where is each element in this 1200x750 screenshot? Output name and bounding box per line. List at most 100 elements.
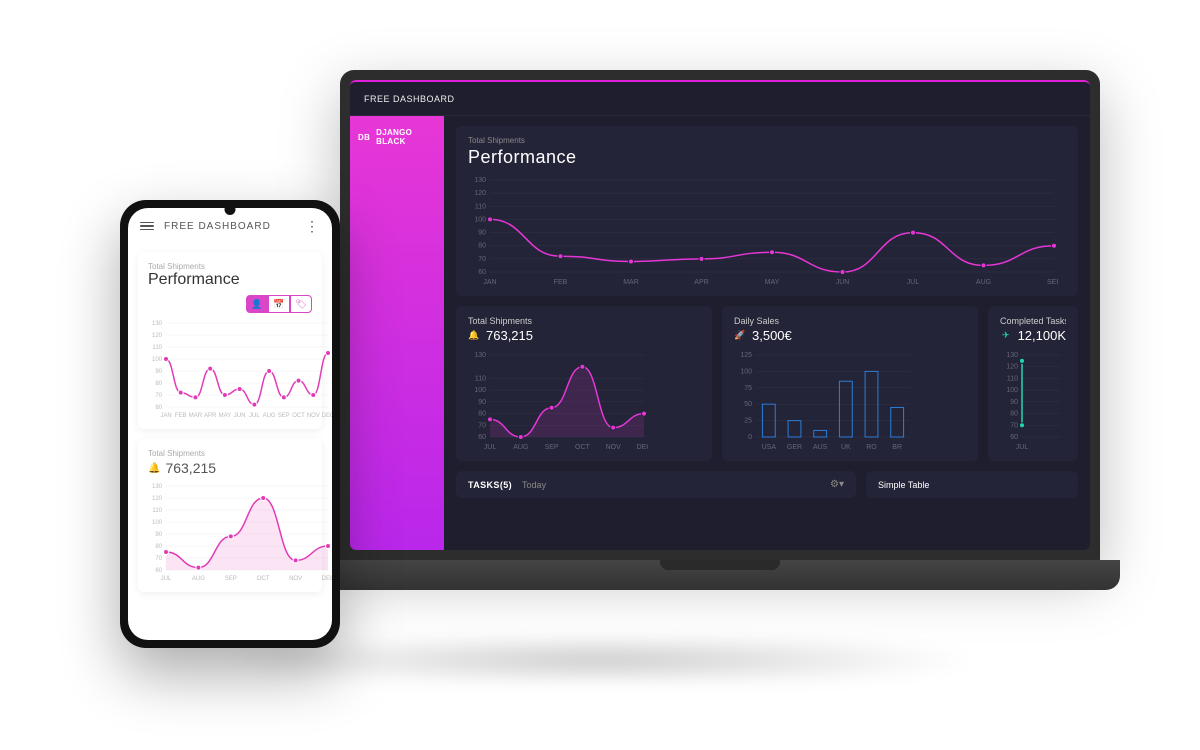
svg-text:50: 50 [744, 401, 752, 408]
tasks-label[interactable]: TASKS(5) [468, 480, 512, 490]
svg-text:80: 80 [478, 411, 486, 418]
svg-text:130: 130 [152, 484, 163, 490]
svg-text:BR: BR [892, 444, 902, 451]
svg-text:120: 120 [152, 333, 163, 339]
svg-text:NOV: NOV [289, 576, 302, 582]
mobile-performance-chart: 60708090100110120130JANFEBMARAPRMAYJUNJU… [148, 319, 312, 419]
shipments-subtitle: Total Shipments [468, 316, 700, 326]
svg-text:NOV: NOV [307, 413, 320, 419]
phone-mockup: FREE DASHBOARD ⋮ Total Shipments Perform… [120, 200, 340, 648]
svg-text:0: 0 [748, 434, 752, 441]
svg-text:80: 80 [478, 243, 486, 250]
shipments-value: 763,215 [486, 328, 533, 343]
bell-icon: 🔔 [468, 330, 480, 342]
svg-text:70: 70 [155, 393, 162, 399]
svg-text:JUL: JUL [161, 576, 172, 582]
svg-text:JUL: JUL [1016, 444, 1029, 451]
svg-text:90: 90 [155, 369, 162, 375]
svg-text:MAY: MAY [765, 279, 780, 286]
tasks-filter[interactable]: Today [522, 480, 546, 490]
toggle-calendar-icon[interactable]: 📅 [268, 295, 290, 313]
svg-text:110: 110 [1007, 375, 1018, 382]
completed-card: Completed Tasks ✈ 12,100K 60708090100110… [988, 306, 1078, 461]
kebab-icon[interactable]: ⋮ [305, 218, 320, 235]
svg-text:70: 70 [478, 422, 486, 429]
svg-text:100: 100 [474, 216, 486, 223]
svg-text:MAR: MAR [189, 413, 203, 419]
svg-text:APR: APR [694, 279, 708, 286]
svg-text:100: 100 [474, 387, 486, 394]
tasks-card: TASKS(5) Today ⚙▾ [456, 471, 856, 498]
svg-text:OCT: OCT [257, 576, 270, 582]
view-toggle-group: 👤 📅 🏷 [148, 295, 312, 313]
svg-text:SEP: SEP [278, 413, 290, 419]
svg-text:SEP: SEP [225, 576, 237, 582]
simple-table-card: Simple Table [866, 471, 1078, 498]
svg-text:60: 60 [155, 568, 162, 574]
toggle-user-icon[interactable]: 👤 [246, 295, 268, 313]
svg-text:70: 70 [155, 556, 162, 562]
app-header: FREE DASHBOARD [350, 82, 1090, 116]
mobile-shipments-chart: 60708090100110120130JULAUGSEPOCTNOVDEC [148, 482, 312, 582]
svg-text:OCT: OCT [292, 413, 305, 419]
svg-text:60: 60 [478, 269, 486, 276]
sidebar-label: DJANGO BLACK [376, 128, 436, 146]
svg-text:AUS: AUS [813, 444, 828, 451]
simple-table-title: Simple Table [878, 480, 929, 490]
svg-text:RO: RO [866, 444, 877, 451]
mobile-shipments-card: Total Shipments 🔔 763,215 60708090100110… [138, 439, 322, 592]
svg-text:80: 80 [1010, 411, 1018, 418]
app-title: FREE DASHBOARD [364, 94, 455, 104]
svg-text:JUL: JUL [484, 444, 497, 451]
svg-text:70: 70 [1010, 422, 1018, 429]
svg-text:130: 130 [474, 352, 486, 359]
svg-text:120: 120 [152, 496, 163, 502]
sidebar-badge: DB [358, 133, 370, 142]
bell-icon: 🔔 [148, 463, 160, 474]
sidebar: DB DJANGO BLACK [350, 116, 444, 550]
phone-camera [225, 204, 236, 215]
sales-card: Daily Sales 🚀 3,500€ 0255075100125USAGER… [722, 306, 978, 461]
toggle-tag-icon[interactable]: 🏷 [290, 295, 312, 313]
svg-text:110: 110 [475, 203, 486, 210]
svg-text:AUG: AUG [263, 413, 276, 419]
svg-text:JAN: JAN [160, 413, 171, 419]
svg-text:AUG: AUG [976, 279, 991, 286]
svg-text:90: 90 [155, 532, 162, 538]
svg-text:JUN: JUN [836, 279, 850, 286]
shipments-chart: 60708090100110130JULAUGSEPOCTNOVDEC [468, 351, 700, 451]
svg-text:NOV: NOV [606, 444, 622, 451]
hamburger-icon[interactable] [140, 222, 154, 231]
svg-text:90: 90 [478, 399, 486, 406]
svg-text:130: 130 [152, 321, 163, 327]
svg-text:DEC: DEC [637, 444, 648, 451]
svg-text:UK: UK [841, 444, 851, 451]
svg-text:FEB: FEB [175, 413, 187, 419]
svg-text:SEP: SEP [545, 444, 559, 451]
svg-text:110: 110 [152, 508, 162, 514]
svg-text:130: 130 [1006, 352, 1018, 359]
svg-text:AUG: AUG [192, 576, 205, 582]
mobile-ship-value: 763,215 [165, 460, 216, 476]
laptop-bezel: FREE DASHBOARD DB DJANGO BLACK Total Shi… [340, 70, 1100, 560]
svg-text:70: 70 [478, 256, 486, 263]
svg-text:60: 60 [1010, 434, 1018, 441]
shipments-card: Total Shipments 🔔 763,215 60708090100110… [456, 306, 712, 461]
performance-subtitle: Total Shipments [468, 136, 1066, 145]
laptop-base [320, 560, 1120, 590]
svg-text:90: 90 [1010, 399, 1018, 406]
svg-text:80: 80 [155, 544, 162, 550]
svg-text:100: 100 [740, 368, 752, 375]
svg-text:60: 60 [155, 405, 162, 411]
send-icon: ✈ [1000, 330, 1012, 342]
svg-text:USA: USA [762, 444, 777, 451]
sidebar-brand[interactable]: DB DJANGO BLACK [358, 128, 436, 146]
svg-text:25: 25 [744, 418, 752, 425]
svg-text:MAR: MAR [623, 279, 639, 286]
svg-text:AUG: AUG [513, 444, 528, 451]
svg-text:MAY: MAY [219, 413, 232, 419]
sales-chart: 0255075100125USAGERAUSUKROBR [734, 351, 966, 451]
mobile-perf-title: Performance [148, 271, 312, 289]
gear-icon[interactable]: ⚙▾ [830, 479, 844, 490]
svg-text:100: 100 [152, 357, 163, 363]
